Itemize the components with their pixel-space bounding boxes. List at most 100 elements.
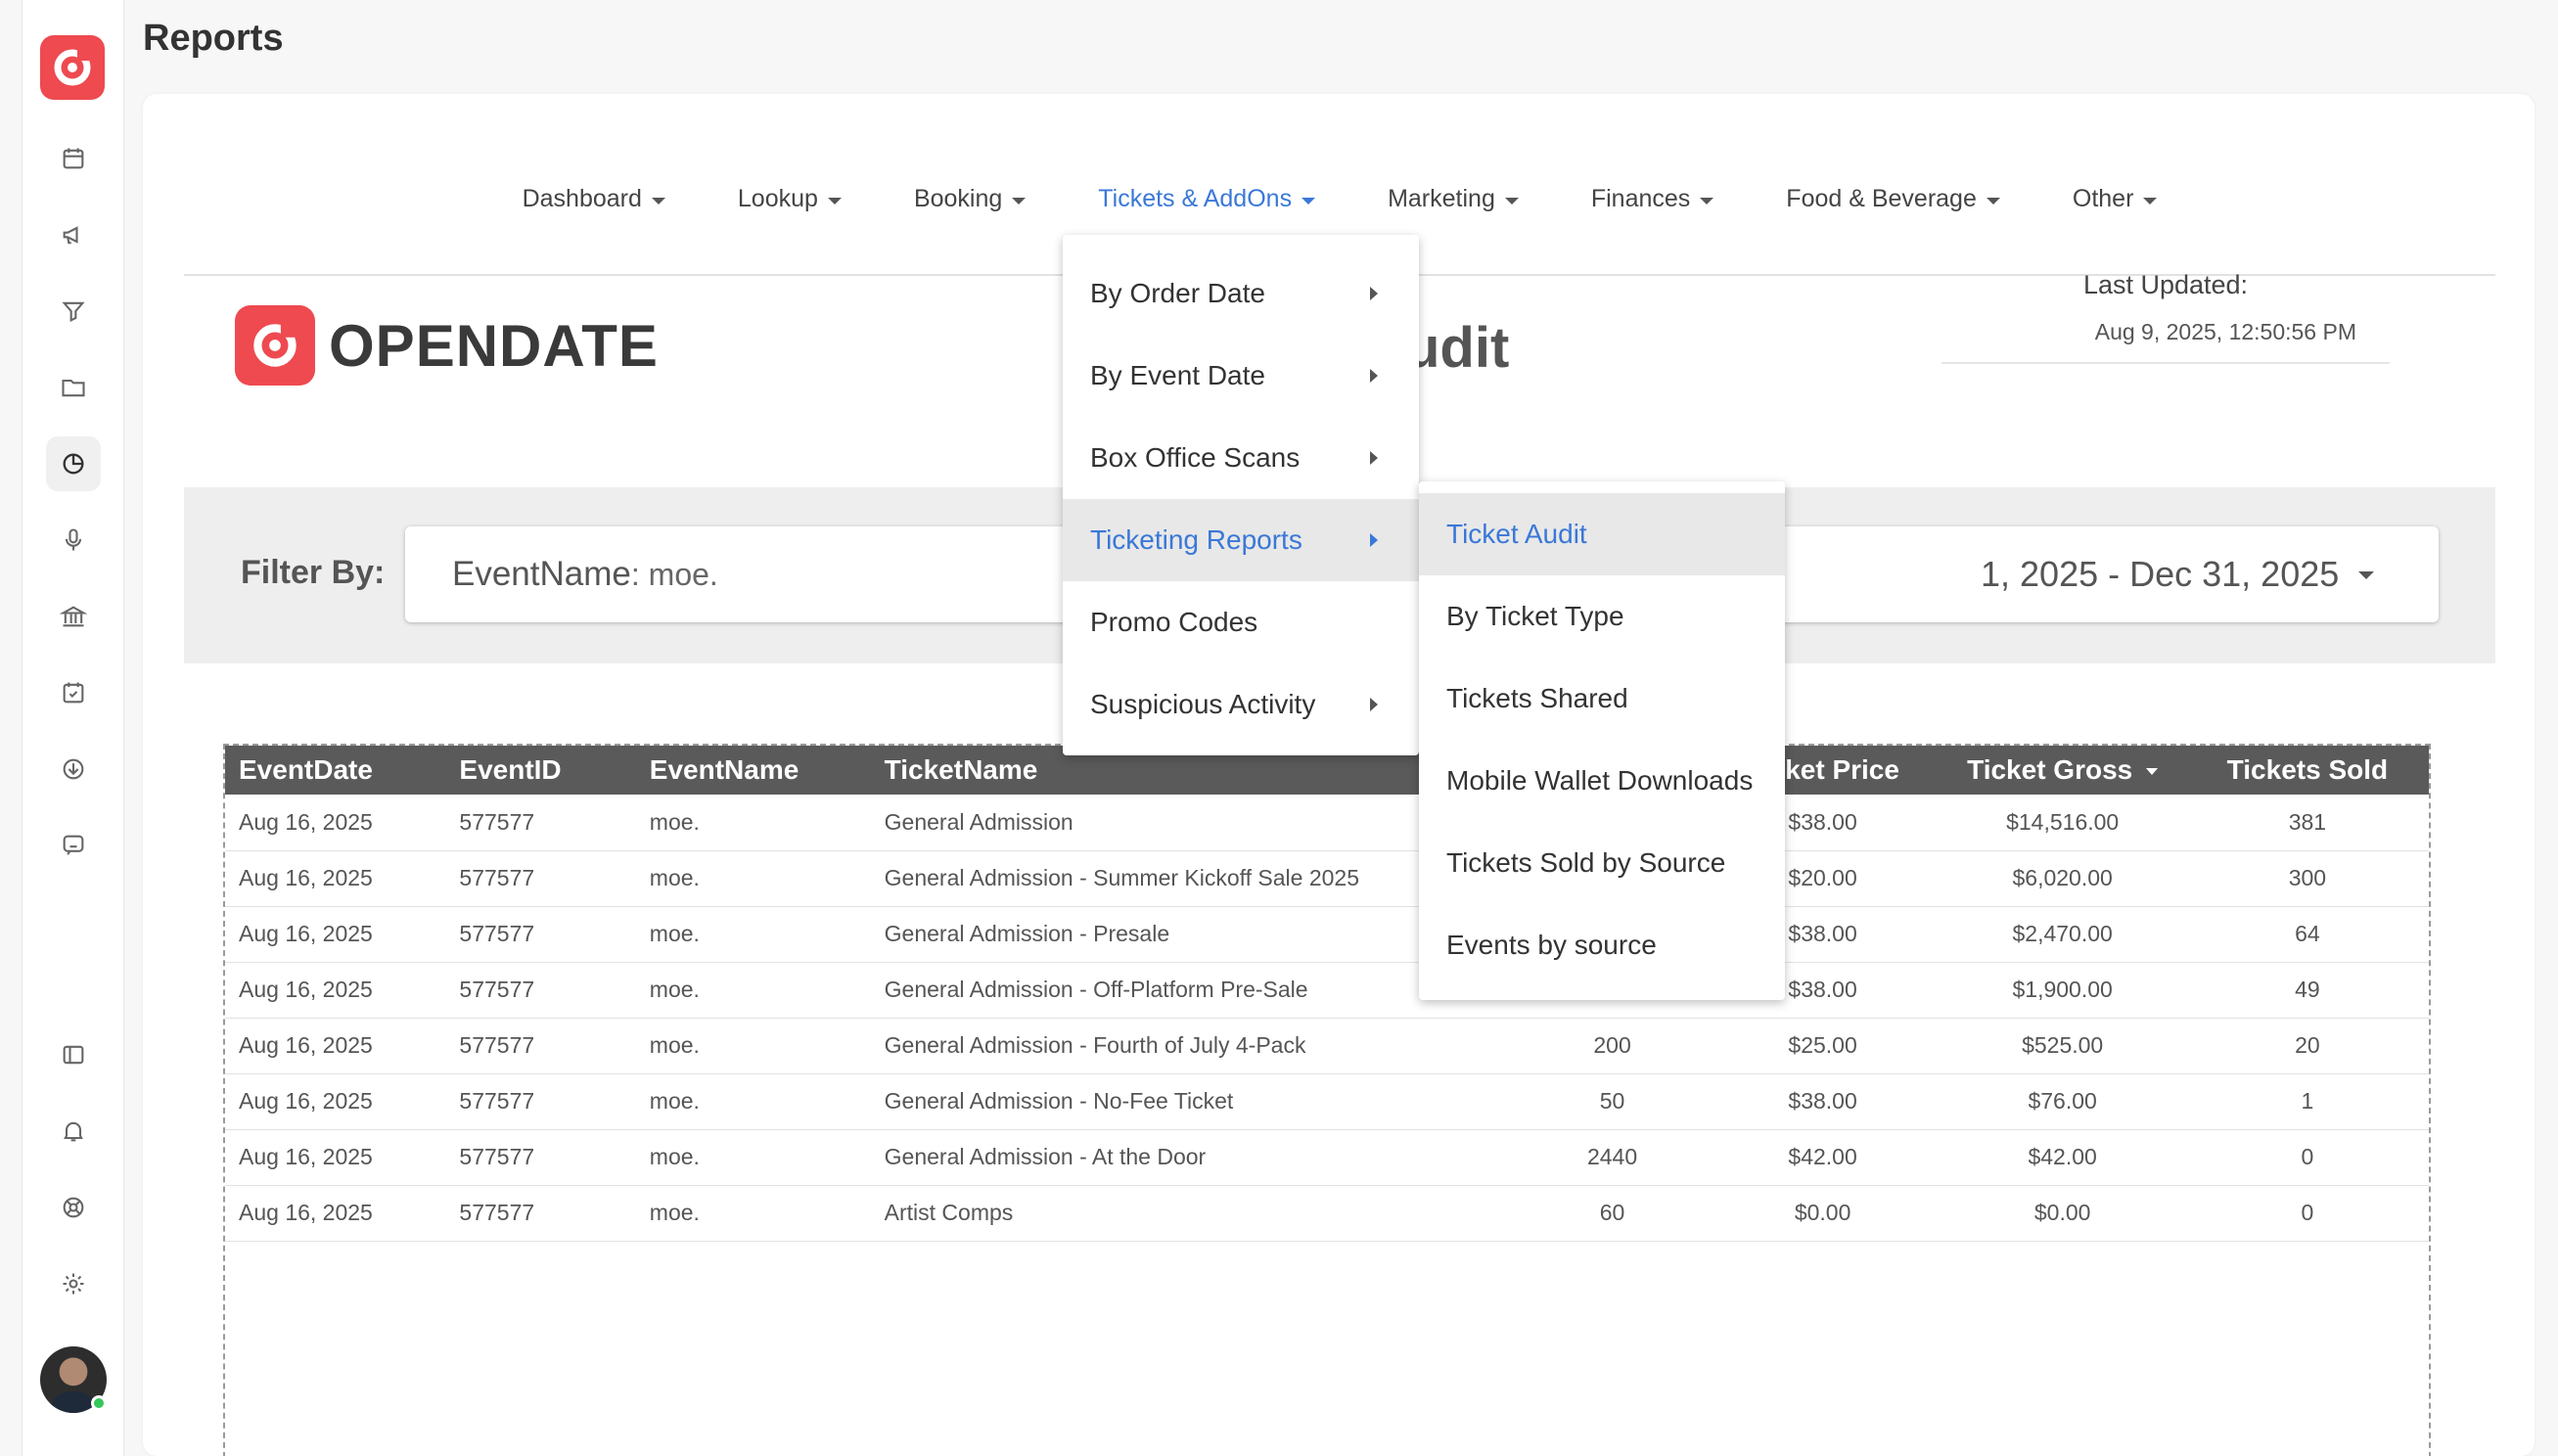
col-ticket-gross[interactable]: Ticket Gross	[1939, 746, 2186, 795]
sidebar-toggle-icon[interactable]	[46, 1027, 101, 1082]
microphone-icon[interactable]	[46, 513, 101, 568]
col-event-id[interactable]: EventID	[445, 746, 636, 795]
bell-icon[interactable]	[46, 1104, 101, 1159]
menu-item-by-event-date[interactable]: By Event Date	[1063, 335, 1419, 417]
cell-event-id: 577577	[445, 1129, 636, 1186]
menu-item-by-order-date[interactable]: By Order Date	[1063, 252, 1419, 335]
filter-icon[interactable]	[46, 284, 101, 339]
caret-down-icon	[1986, 197, 2000, 205]
cell-capacity: 2440	[1518, 1129, 1707, 1186]
caret-down-icon	[1302, 197, 1316, 205]
nav-label: Lookup	[737, 184, 818, 212]
menu-item-promo-codes[interactable]: Promo Codes	[1063, 581, 1419, 663]
opendate-logo-icon[interactable]	[40, 35, 105, 100]
cell-event-name: moe.	[635, 795, 871, 851]
caret-down-icon	[1504, 197, 1519, 205]
opendate-mark-icon	[235, 305, 315, 386]
menu-item-suspicious-activity[interactable]: Suspicious Activity	[1063, 663, 1419, 746]
nav-other[interactable]: Other	[2065, 169, 2166, 228]
cell-capacity: 60	[1518, 1185, 1707, 1242]
nav-label: Other	[2072, 184, 2134, 212]
table-row: Aug 16, 2025 577577 moe. General Admission $…	[225, 795, 2429, 851]
cell-event-date: Aug 16, 2025	[225, 795, 446, 851]
nav-marketing[interactable]: Marketing	[1380, 169, 1527, 228]
cell-tickets-sold: 49	[2185, 962, 2429, 1019]
cell-tickets-sold: 20	[2185, 1018, 2429, 1074]
menu-item-label: Promo Codes	[1090, 607, 1258, 637]
pie-chart-icon[interactable]	[46, 436, 101, 491]
chat-bot-icon[interactable]	[46, 818, 101, 873]
cell-ticket-name: General Admission - Fourth of July 4-Pac…	[870, 1018, 1519, 1074]
cell-tickets-sold: 300	[2185, 850, 2429, 907]
cell-ticket-name: Artist Comps	[870, 1185, 1519, 1242]
caret-right-icon	[1370, 698, 1378, 711]
sidebar	[22, 0, 124, 1456]
submenu-item-events-by-source[interactable]: Events by source	[1419, 904, 1785, 986]
cell-ticket-price: $38.00	[1706, 1073, 1940, 1130]
nav-tickets-addons[interactable]: Tickets & AddOns	[1090, 169, 1323, 269]
folder-icon[interactable]	[46, 360, 101, 415]
cell-ticket-name: General Admission - At the Door	[870, 1129, 1519, 1186]
col-event-name[interactable]: EventName	[635, 746, 871, 795]
submenu-item-tickets-shared[interactable]: Tickets Shared	[1419, 658, 1785, 740]
col-event-date[interactable]: EventDate	[225, 746, 446, 795]
cell-event-date: Aug 16, 2025	[225, 1073, 446, 1130]
nav-label: Tickets & AddOns	[1098, 184, 1293, 212]
sort-desc-icon	[2146, 768, 2159, 776]
lifebuoy-icon[interactable]	[46, 1180, 101, 1235]
cell-event-date: Aug 16, 2025	[225, 906, 446, 963]
menu-item-ticketing-reports[interactable]: Ticketing Reports	[1063, 499, 1419, 581]
cell-ticket-gross: $0.00	[1939, 1185, 2186, 1242]
submenu-item-by-ticket-type[interactable]: By Ticket Type	[1419, 575, 1785, 658]
submenu-item-tickets-sold-by-source[interactable]: Tickets Sold by Source	[1419, 822, 1785, 904]
gear-icon[interactable]	[46, 1256, 101, 1311]
filter-field-name: EventName	[452, 555, 631, 593]
cell-event-id: 577577	[445, 1073, 636, 1130]
cell-ticket-gross: $525.00	[1939, 1018, 2186, 1074]
nav-label: Dashboard	[522, 184, 642, 212]
menu-item-label: Suspicious Activity	[1090, 689, 1316, 719]
bank-icon[interactable]	[46, 589, 101, 644]
nav-finances[interactable]: Finances	[1583, 169, 1721, 228]
cell-event-name: moe.	[635, 1073, 871, 1130]
last-updated-label: Last Updated:	[2082, 270, 2249, 299]
menu-item-box-office-scans[interactable]: Box Office Scans	[1063, 417, 1419, 499]
cell-event-name: moe.	[635, 906, 871, 963]
megaphone-icon[interactable]	[46, 207, 101, 262]
cell-event-date: Aug 16, 2025	[225, 1129, 446, 1186]
cell-ticket-gross: $42.00	[1939, 1129, 2186, 1186]
submenu-item-ticket-audit[interactable]: Ticket Audit	[1419, 493, 1785, 575]
nav-dashboard[interactable]: Dashboard	[515, 169, 673, 228]
last-updated: Last Updated: Aug 9, 2025, 12:50:56 PM	[1941, 270, 2390, 364]
chevron-down-icon	[2358, 571, 2374, 579]
cell-tickets-sold: 381	[2185, 795, 2429, 851]
caret-down-icon	[651, 197, 665, 205]
submenu-item-mobile-wallet-downloads[interactable]: Mobile Wallet Downloads	[1419, 740, 1785, 822]
menu-item-label: By Event Date	[1090, 360, 1265, 390]
caret-right-icon	[1370, 451, 1378, 465]
cell-tickets-sold: 0	[2185, 1129, 2429, 1186]
caret-right-icon	[1370, 533, 1378, 547]
nav-label: Finances	[1590, 184, 1691, 212]
online-status-dot	[91, 1395, 107, 1411]
nav-food-beverage[interactable]: Food & Beverage	[1778, 169, 2008, 228]
brand-wordmark: OPENDATE	[329, 312, 659, 379]
col-ticket-gross-label: Ticket Gross	[1967, 754, 2133, 785]
nav-label: Booking	[913, 184, 1003, 212]
nav-lookup[interactable]: Lookup	[730, 169, 849, 228]
cell-event-id: 577577	[445, 850, 636, 907]
menu-item-label: Ticketing Reports	[1090, 524, 1302, 555]
col-tickets-sold[interactable]: Tickets Sold	[2185, 746, 2429, 795]
calendar-check-icon[interactable]	[46, 665, 101, 720]
caret-right-icon	[1370, 287, 1378, 300]
calendar-icon[interactable]	[46, 131, 101, 186]
nav-booking[interactable]: Booking	[906, 169, 1033, 228]
cell-capacity: 200	[1518, 1018, 1707, 1074]
cell-ticket-gross: $1,900.00	[1939, 962, 2186, 1019]
cell-event-name: moe.	[635, 1185, 871, 1242]
caret-down-icon	[1700, 197, 1714, 205]
download-icon[interactable]	[46, 742, 101, 796]
cell-ticket-price: $25.00	[1706, 1018, 1940, 1074]
menu-item-label: Box Office Scans	[1090, 442, 1301, 473]
table-row: Aug 16, 2025 577577 moe. General Admission …	[225, 1073, 2429, 1130]
